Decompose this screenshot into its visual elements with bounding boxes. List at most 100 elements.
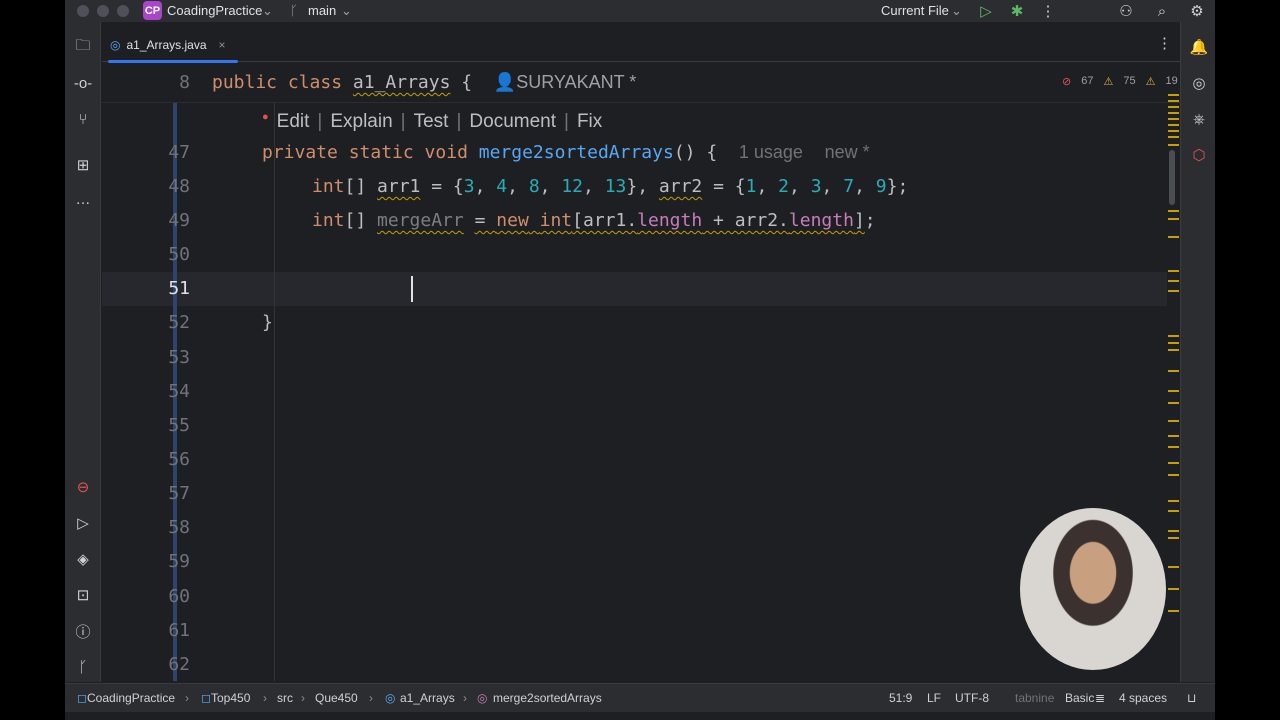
close-icon[interactable]: × <box>219 38 226 52</box>
tabnine-plan[interactable]: Basic <box>1065 691 1094 705</box>
lens-edit[interactable]: Edit <box>277 111 310 133</box>
project-badge[interactable]: CP <box>143 1 162 20</box>
chevron-down-icon[interactable]: ⌄ <box>262 3 273 19</box>
debug-icon[interactable]: ✱ <box>1008 2 1026 20</box>
lens-document[interactable]: Document <box>469 111 556 133</box>
lock-icon[interactable]: ⊔ <box>1187 691 1196 705</box>
minimize-window-button[interactable] <box>97 5 109 17</box>
plugin-icon[interactable]: ⬡ <box>1188 144 1210 166</box>
branch-icon: ᚴ <box>290 3 298 18</box>
breadcrumb-src[interactable]: src <box>277 691 293 705</box>
tab-label: a1_Arrays.java <box>126 38 207 52</box>
lens-explain[interactable]: Explain <box>330 111 392 133</box>
breadcrumb-project[interactable]: CoadingPractice <box>87 691 175 705</box>
code-line-48: int[] arr1 = {3, 4, 8, 12, 13}, arr2 = {… <box>312 176 909 197</box>
pull-request-icon[interactable]: ⑂ <box>72 108 94 130</box>
line-gutter[interactable]: 47 48 49 50 51 52 53 54 55 56 57 58 59 6… <box>102 63 210 681</box>
more-icon[interactable]: ⋮ <box>1039 2 1057 20</box>
more-icon[interactable]: ⋮ <box>1157 34 1172 52</box>
indent-guide <box>274 103 275 681</box>
editor-tab-bar: ◎ a1_Arrays.java × ⋮ <box>102 22 1180 63</box>
line-number: 61 <box>168 620 190 641</box>
sticky-code: public class a1_Arrays { 👤SURYAKANT * <box>212 72 637 93</box>
right-tool-strip: 🔔 ◎ ⎈ ⬡ <box>1180 22 1215 682</box>
weak-warning-count: 19 <box>1165 75 1178 87</box>
close-window-button[interactable] <box>77 5 89 17</box>
text-caret <box>411 276 413 302</box>
webcam-overlay <box>1020 508 1166 670</box>
code-line-47: private static void merge2sortedArrays()… <box>262 142 870 163</box>
line-number: 49 <box>168 210 190 231</box>
line-number: 48 <box>168 176 190 197</box>
chevron-down-icon[interactable]: ⌄ <box>951 3 962 19</box>
module-icon: ◻ <box>77 691 87 705</box>
file-encoding[interactable]: UTF-8 <box>955 691 989 705</box>
code-editor[interactable]: 8 public class a1_Arrays { 👤SURYAKANT * … <box>102 63 1180 681</box>
line-number: 54 <box>168 381 190 402</box>
gear-icon[interactable]: ⚙ <box>1188 2 1206 20</box>
line-number: 57 <box>168 483 190 504</box>
line-number: 51 <box>168 278 190 299</box>
line-separator[interactable]: LF <box>927 691 941 705</box>
current-line-highlight <box>102 272 1167 306</box>
breadcrumb-que450[interactable]: Que450 <box>315 691 358 705</box>
terminal-icon[interactable]: ⊡ <box>72 584 94 606</box>
notifications-icon[interactable]: 🔔 <box>1188 36 1210 58</box>
chevron-right-icon: › <box>369 691 373 705</box>
structure-icon[interactable]: ⊞ <box>72 154 94 176</box>
error-count: 67 <box>1081 75 1094 87</box>
alert-icon[interactable]: ⓘ <box>72 620 94 642</box>
title-bar: CP CoadingPractice ⌄ ᚴ main ⌄ Current Fi… <box>65 0 1215 22</box>
search-icon[interactable]: ⌕ <box>1153 2 1171 20</box>
scroll-thumb[interactable] <box>1169 150 1175 205</box>
line-number: 52 <box>168 312 190 333</box>
lens-test[interactable]: Test <box>414 111 449 133</box>
indent-setting[interactable]: 4 spaces <box>1119 691 1167 705</box>
copilot-icon[interactable]: ⎈ <box>1188 108 1210 130</box>
run-tool-icon[interactable]: ▷ <box>72 512 94 534</box>
project-name[interactable]: CoadingPractice <box>167 3 262 18</box>
code-line-52: } <box>262 312 273 333</box>
line-number: 50 <box>168 244 190 265</box>
add-user-icon[interactable]: ⚇ <box>1117 2 1135 20</box>
layers-icon[interactable]: ◈ <box>72 548 94 570</box>
lens-fix[interactable]: Fix <box>577 111 602 133</box>
line-number: 58 <box>168 517 190 538</box>
java-class-icon: ◎ <box>385 691 396 705</box>
caret-position[interactable]: 51:9 <box>889 691 912 705</box>
commit-icon[interactable]: -o- <box>72 72 94 94</box>
git-icon[interactable]: ᚴ <box>72 656 94 678</box>
branch-name[interactable]: main <box>308 3 336 18</box>
line-number: 62 <box>168 654 190 675</box>
breadcrumb-method[interactable]: merge2sortedArrays <box>493 691 602 705</box>
line-number: 47 <box>168 142 190 163</box>
line-number: 53 <box>168 347 190 368</box>
error-icon: ⊘ <box>1062 75 1072 88</box>
breadcrumb-class[interactable]: a1_Arrays <box>400 691 455 705</box>
problems-icon[interactable]: ⊖ <box>72 476 94 498</box>
run-config-selector[interactable]: Current File <box>881 3 949 18</box>
chevron-right-icon: › <box>263 691 267 705</box>
line-number: 55 <box>168 415 190 436</box>
folder-icon[interactable]: 🗀 <box>72 36 94 58</box>
tab-a1-arrays[interactable]: ◎ a1_Arrays.java × <box>110 32 226 58</box>
menu-icon: ≣ <box>1095 691 1106 705</box>
breadcrumb-top450[interactable]: Top450 <box>211 691 250 705</box>
chevron-right-icon: › <box>463 691 467 705</box>
code-line-49: int[] mergeArr = new int[arr1.length + a… <box>312 210 876 231</box>
ai-assistant-icon[interactable]: ◎ <box>1188 72 1210 94</box>
line-number: 60 <box>168 586 190 607</box>
left-tool-strip: 🗀 -o- ⑂ ⊞ … ⊖ ▷ ◈ ⊡ ⓘ ᚴ <box>65 22 101 682</box>
run-icon[interactable]: ▷ <box>977 2 995 20</box>
chevron-down-icon[interactable]: ⌄ <box>341 3 352 19</box>
vertical-scrollbar[interactable] <box>1165 90 1179 680</box>
tabnine-label[interactable]: tabnine <box>1015 691 1054 705</box>
chevron-right-icon: › <box>185 691 189 705</box>
chevron-right-icon: › <box>301 691 305 705</box>
folder-icon: ◻ <box>201 691 211 705</box>
inspection-widget[interactable]: ⊘67 ⚠75 ⚠19 ✓5 ⌃ ⌄ <box>1062 71 1180 91</box>
status-bar: ◻ CoadingPractice › ◻ Top450 › src › Que… <box>65 683 1215 712</box>
weak-warning-icon: ⚠ <box>1145 75 1156 88</box>
more-icon[interactable]: … <box>72 188 94 210</box>
zoom-window-button[interactable] <box>117 5 129 17</box>
